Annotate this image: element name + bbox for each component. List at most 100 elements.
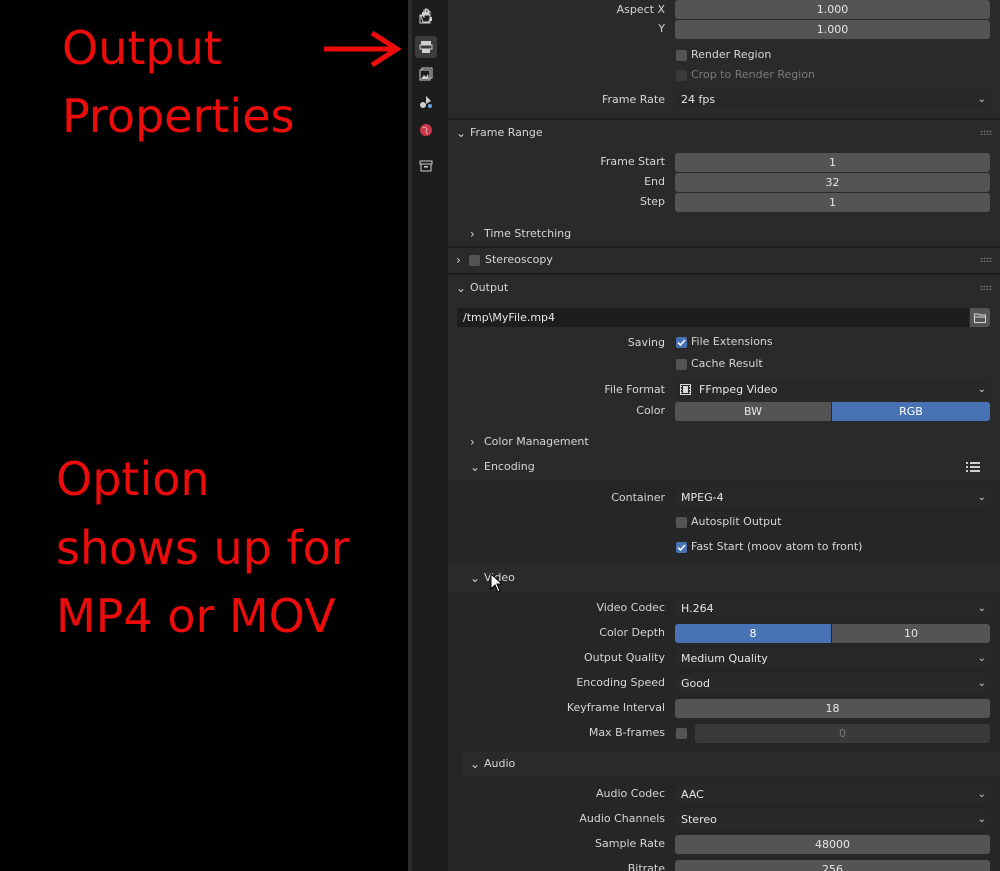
audio-channels-value: Stereo [681,813,717,826]
annotation-option-line1: Option [56,452,210,506]
file-format-dropdown[interactable]: FFmpeg Video ⌄ [675,380,990,399]
collection-icon [419,160,433,172]
chevron-down-icon: ⌄ [977,492,986,503]
frame-step-label: Step [639,195,665,208]
file-format-label: File Format [604,383,665,396]
encoding-header[interactable]: ⌄ Encoding [462,455,1000,479]
tab-view-layer[interactable] [415,63,437,85]
chevron-right-icon: › [470,435,475,449]
crop-region-label: Crop to Render Region [691,68,816,81]
chevron-down-icon: ⌄ [470,460,481,474]
video-codec-value: H.264 [681,602,714,615]
panel-gutter [440,0,448,871]
encoding-speed-dropdown[interactable]: Good ⌄ [675,674,990,693]
frame-rate-dropdown[interactable]: 24 fps ⌄ [675,90,990,109]
folder-icon [974,313,986,323]
color-rgb-toggle[interactable]: RGB [832,402,990,421]
time-stretching-title: Time Stretching [484,227,572,240]
frame-rate-value: 24 fps [681,93,716,106]
drag-handle[interactable] [980,257,992,262]
output-properties-icon [419,41,433,53]
max-bframes-label: Max B-frames [588,726,665,739]
render-region-label: Render Region [691,48,772,61]
annotation-option-line3: MP4 or MOV [56,589,336,643]
audio-header[interactable]: ⌄ Audio [462,752,1000,776]
properties-tab-bar [412,0,440,871]
tab-render[interactable] [415,7,437,29]
color-depth-8-toggle[interactable]: 8 [675,624,831,643]
container-dropdown[interactable]: MPEG-4 ⌄ [675,488,990,507]
sample-rate-label: Sample Rate [595,837,665,850]
stereoscopy-title: Stereoscopy [485,253,553,266]
scene-icon [420,96,432,108]
render-region-checkbox[interactable] [676,50,687,61]
max-bframes-checkbox[interactable] [676,728,687,739]
saving-label: Saving [627,336,665,349]
chevron-down-icon: ⌄ [456,126,467,140]
audio-codec-dropdown[interactable]: AAC ⌄ [675,785,990,804]
max-bframes-field[interactable]: 0 [695,724,990,743]
container-value: MPEG-4 [681,491,724,504]
audio-codec-label: Audio Codec [596,787,665,800]
chevron-right-icon: › [456,253,461,267]
color-label: Color [636,404,665,417]
color-bw-toggle[interactable]: BW [675,402,831,421]
stereoscopy-checkbox[interactable] [469,255,480,266]
view-layer-icon [419,67,433,81]
properties-panel: Aspect X 1.000 Y 1.000 Render Region Cro… [448,0,1000,871]
fast-start-checkbox[interactable] [676,542,687,553]
audio-channels-dropdown[interactable]: Stereo ⌄ [675,810,990,829]
sample-rate-field[interactable]: 48000 [675,835,990,854]
chevron-right-icon: › [470,227,475,241]
color-depth-10-toggle[interactable]: 10 [832,624,990,643]
format-section: Aspect X 1.000 Y 1.000 Render Region Cro… [448,0,1000,118]
aspect-x-field[interactable]: 1.000 [675,0,990,19]
tab-world[interactable] [415,119,437,141]
browse-folder-button[interactable] [970,308,990,327]
frame-range-header[interactable]: ⌄ Frame Range [448,121,1000,145]
crop-region-checkbox[interactable] [676,70,687,81]
video-header[interactable]: ⌄ Video [462,566,1000,590]
audio-codec-value: AAC [681,788,704,801]
output-title: Output [470,281,509,294]
time-stretching-header[interactable]: › Time Stretching [462,222,1000,246]
frame-step-field[interactable]: 1 [675,193,990,212]
encoding-title: Encoding [484,460,535,473]
drag-handle[interactable] [980,130,992,135]
presets-list-icon[interactable] [966,461,980,473]
frame-end-field[interactable]: 32 [675,173,990,192]
bitrate-label: Bitrate [627,862,665,871]
cache-result-label: Cache Result [691,357,763,370]
frame-end-label: End [644,175,665,188]
output-quality-dropdown[interactable]: Medium Quality ⌄ [675,649,990,668]
tab-collection[interactable] [415,155,437,177]
render-properties-icon [419,12,432,24]
video-codec-dropdown[interactable]: H.264 ⌄ [675,599,990,618]
aspect-y-field[interactable]: 1.000 [675,20,990,39]
world-icon [420,124,432,136]
color-management-title: Color Management [484,435,589,448]
chevron-down-icon: ⌄ [977,603,986,614]
annotation-output-line2: Properties [62,89,295,143]
bitrate-field[interactable]: 256 [675,860,990,871]
annotation-option-line2: shows up for [56,521,350,575]
autosplit-checkbox[interactable] [676,517,687,528]
drag-handle[interactable] [980,285,992,290]
audio-channels-label: Audio Channels [579,812,665,825]
stereoscopy-header[interactable]: › Stereoscopy [448,248,1000,272]
tab-output[interactable] [415,36,437,58]
tab-scene[interactable] [415,91,437,113]
checkmark-icon [677,544,686,552]
output-path-input[interactable]: /tmp\MyFile.mp4 [457,308,969,327]
frame-range-section: ⌄ Frame Range Frame Start 1 End 32 Step … [448,120,1000,246]
output-header[interactable]: ⌄ Output [448,276,1000,300]
file-extensions-checkbox[interactable] [676,337,687,348]
frame-start-field[interactable]: 1 [675,153,990,172]
cache-result-checkbox[interactable] [676,359,687,370]
output-quality-label: Output Quality [583,651,665,664]
chevron-down-icon: ⌄ [977,814,986,825]
aspect-y-label: Y [658,22,665,35]
color-management-header[interactable]: › Color Management [462,430,1000,454]
output-section: ⌄ Output /tmp\MyFile.mp4 Saving File Ext… [448,275,1000,755]
keyframe-interval-field[interactable]: 18 [675,699,990,718]
